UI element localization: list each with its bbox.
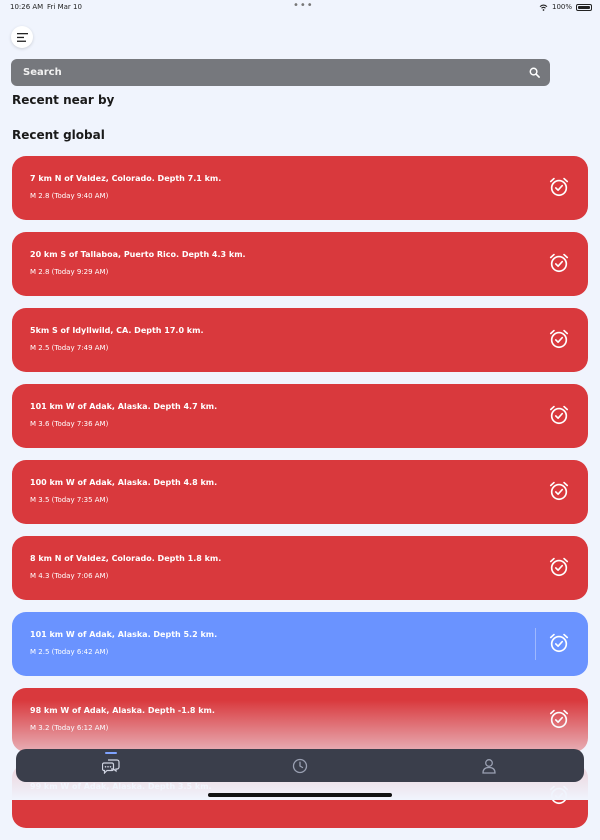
battery-icon [576,3,592,11]
status-time: 10:26 AM [10,3,44,11]
global-section-title: Recent global [12,128,105,142]
status-right: 100% [539,3,592,11]
quake-magnitude-time: M 3.6 (Today 7:36 AM) [30,420,109,428]
alarm-check-icon[interactable] [548,404,570,426]
quake-title: 8 km N of Valdez, Colorado. Depth 1.8 km… [30,554,222,563]
search-bar[interactable] [11,59,550,86]
quake-title: 101 km W of Adak, Alaska. Depth 4.7 km. [30,402,218,411]
quake-list: 7 km N of Valdez, Colorado. Depth 7.1 km… [12,156,588,840]
menu-button[interactable] [11,26,33,48]
alarm-check-icon[interactable] [548,328,570,350]
clock-icon [292,758,308,773]
quake-title: 98 km W of Adak, Alaska. Depth -1.8 km. [30,706,215,715]
status-bar: 10:26 AM Fri Mar 10 ••• 100% [0,0,600,14]
quake-title: 7 km N of Valdez, Colorado. Depth 7.1 km… [30,174,222,183]
wifi-icon [539,4,548,11]
tab-history[interactable] [205,749,394,782]
quake-card[interactable]: 100 km W of Adak, Alaska. Depth 4.8 km. M… [12,460,588,524]
battery-percent: 100% [551,3,572,11]
quake-magnitude-time: M 2.8 (Today 9:40 AM) [30,192,109,200]
quake-card[interactable]: 5km S of Idyllwild, CA. Depth 17.0 km. M … [12,308,588,372]
menu-icon [16,32,28,42]
quake-title: 101 km W of Adak, Alaska. Depth 5.2 km. [30,630,218,639]
alarm-check-icon[interactable] [548,708,570,730]
chat-icon [101,758,120,774]
quake-card[interactable]: 7 km N of Valdez, Colorado. Depth 7.1 km… [12,156,588,220]
quake-magnitude-time: M 3.2 (Today 6:12 AM) [30,724,109,732]
alarm-check-icon[interactable] [548,784,570,806]
quake-card[interactable]: 98 km W of Adak, Alaska. Depth -1.8 km. M… [12,688,588,752]
alarm-check-icon[interactable] [548,632,570,654]
quake-title: 20 km S of Tallaboa, Puerto Rico. Depth … [30,250,246,259]
tab-profile[interactable] [395,749,584,782]
alarm-check-icon[interactable] [548,556,570,578]
alarm-check-icon[interactable] [548,252,570,274]
multitasking-dots-icon[interactable]: ••• [293,0,314,11]
tab-bar [16,749,584,782]
quake-title: 99 km W of Adak, Alaska. Depth 3.5 km. [30,782,212,791]
quake-title: 5km S of Idyllwild, CA. Depth 17.0 km. [30,326,204,335]
quake-card[interactable]: 101 km W of Adak, Alaska. Depth 4.7 km. M… [12,384,588,448]
quake-card[interactable]: 8 km N of Valdez, Colorado. Depth 1.8 km… [12,536,588,600]
quake-title: 100 km W of Adak, Alaska. Depth 4.8 km. [30,478,218,487]
quake-magnitude-time: M 2.8 (Today 9:29 AM) [30,268,109,276]
search-input[interactable] [21,66,529,79]
quake-magnitude-time: M 2.5 (Today 6:42 AM) [30,648,109,656]
active-tab-indicator [104,752,117,754]
quake-magnitude-time: M 2.5 (Today 7:49 AM) [30,344,109,352]
status-date: Fri Mar 10 [47,3,82,11]
alarm-check-icon[interactable] [548,176,570,198]
quake-card[interactable]: 101 km W of Adak, Alaska. Depth 5.2 km. M… [12,612,588,676]
home-indicator[interactable] [208,793,392,797]
nearby-section-title: Recent near by [12,93,115,107]
search-icon[interactable] [529,67,540,78]
quake-magnitude-time: M 4.3 (Today 7:06 AM) [30,572,109,580]
alarm-check-icon[interactable] [548,480,570,502]
profile-icon [482,758,496,774]
divider [535,628,536,660]
tab-chat[interactable] [16,749,205,782]
quake-card[interactable]: 20 km S of Tallaboa, Puerto Rico. Depth … [12,232,588,296]
quake-magnitude-time: M 3.5 (Today 7:35 AM) [30,496,109,504]
